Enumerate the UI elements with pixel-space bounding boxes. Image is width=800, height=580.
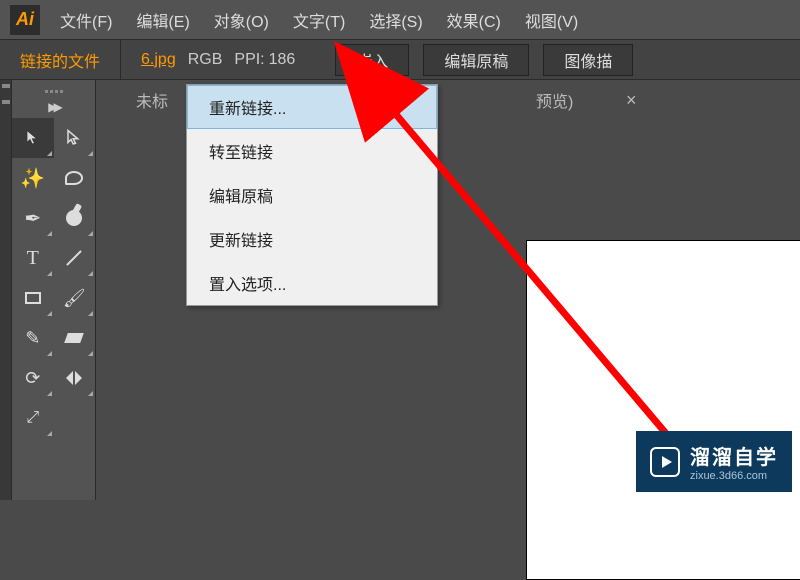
lasso-icon — [65, 171, 83, 185]
direct-selection-tool[interactable] — [54, 118, 96, 158]
rectangle-icon — [25, 292, 41, 304]
menu-select[interactable]: 选择(S) — [369, 8, 422, 32]
blob-brush-tool[interactable] — [54, 198, 96, 238]
eraser-tool[interactable] — [54, 318, 96, 358]
menu-edit-original[interactable]: 编辑原稿 — [187, 173, 437, 217]
edit-original-button[interactable]: 编辑原稿 — [423, 44, 529, 76]
rectangle-tool[interactable] — [12, 278, 54, 318]
menu-relink[interactable]: 重新链接... — [187, 85, 437, 129]
ppi-value: 186 — [269, 51, 296, 69]
eraser-icon — [64, 333, 84, 343]
selection-icon — [24, 129, 42, 147]
menu-update-link[interactable]: 更新链接 — [187, 217, 437, 261]
scale-tool[interactable]: ⤢ — [12, 398, 54, 438]
color-mode-text: RGB — [188, 51, 223, 69]
pen-icon: ✒ — [24, 206, 41, 231]
watermark-sub: zixue.3d66.com — [690, 470, 778, 482]
reflect-tool[interactable] — [54, 358, 96, 398]
menu-type[interactable]: 文字(T) — [293, 8, 345, 32]
scale-icon: ⤢ — [26, 409, 39, 427]
type-icon: T — [27, 247, 39, 270]
app-logo-text: Ai — [16, 9, 34, 30]
rotate-icon: ⟳ — [25, 368, 40, 389]
tool-panel: ▶▶ ✨ ✒ T — [12, 80, 96, 500]
pencil-tool[interactable]: ✎ — [12, 318, 54, 358]
watermark: 溜溜自学 zixue.3d66.com — [636, 431, 792, 492]
type-tool[interactable]: T — [12, 238, 54, 278]
magic-wand-icon: ✨ — [20, 166, 45, 191]
menu-place-options[interactable]: 置入选项... — [187, 261, 437, 305]
menu-edit[interactable]: 编辑(E) — [136, 8, 189, 32]
tool-collapse-icon[interactable]: ▶▶ — [12, 100, 95, 114]
tool-panel-handle[interactable] — [12, 86, 95, 96]
blob-brush-icon — [66, 210, 82, 226]
direct-selection-icon — [65, 129, 83, 147]
preview-label: 预览) — [536, 88, 573, 112]
linked-filename[interactable]: 6.jpg — [141, 51, 176, 69]
selection-tool[interactable] — [12, 118, 54, 158]
pencil-icon: ✎ — [25, 328, 40, 349]
context-menu: 重新链接... 转至链接 编辑原稿 更新链接 置入选项... — [186, 84, 438, 306]
ppi-label: PPI: — [234, 51, 264, 69]
left-strip — [0, 80, 12, 500]
artboard[interactable] — [526, 240, 800, 580]
menu-goto-link[interactable]: 转至链接 — [187, 129, 437, 173]
paintbrush-icon: 🖌 — [63, 288, 86, 309]
lasso-tool[interactable] — [54, 158, 96, 198]
rotate-tool[interactable]: ⟳ — [12, 358, 54, 398]
menu-file[interactable]: 文件(F) — [60, 8, 112, 32]
doc-title-text: 未标 — [136, 88, 168, 112]
play-icon — [650, 447, 680, 477]
embed-button[interactable]: 嵌入 — [335, 44, 409, 76]
watermark-title: 溜溜自学 — [690, 441, 778, 470]
menu-effect[interactable]: 效果(C) — [447, 8, 501, 32]
menu-bar: Ai 文件(F) 编辑(E) 对象(O) 文字(T) 选择(S) 效果(C) 视… — [0, 0, 800, 40]
document-tab[interactable]: 未标 — [136, 88, 168, 112]
image-trace-button[interactable]: 图像描 — [543, 44, 633, 76]
control-bar: 链接的文件 6.jpg RGB PPI: 186 嵌入 编辑原稿 图像描 — [0, 40, 800, 80]
line-icon — [66, 250, 82, 266]
tab-close-icon[interactable]: × — [626, 90, 637, 111]
paintbrush-tool[interactable]: 🖌 — [54, 278, 96, 318]
line-tool[interactable] — [54, 238, 96, 278]
linked-file-label: 链接的文件 — [0, 40, 121, 79]
reflect-icon — [66, 371, 82, 385]
pen-tool[interactable]: ✒ — [12, 198, 54, 238]
magic-wand-tool[interactable]: ✨ — [12, 158, 54, 198]
menu-view[interactable]: 视图(V) — [525, 8, 578, 32]
menu-object[interactable]: 对象(O) — [214, 8, 269, 32]
app-logo[interactable]: Ai — [10, 5, 40, 35]
